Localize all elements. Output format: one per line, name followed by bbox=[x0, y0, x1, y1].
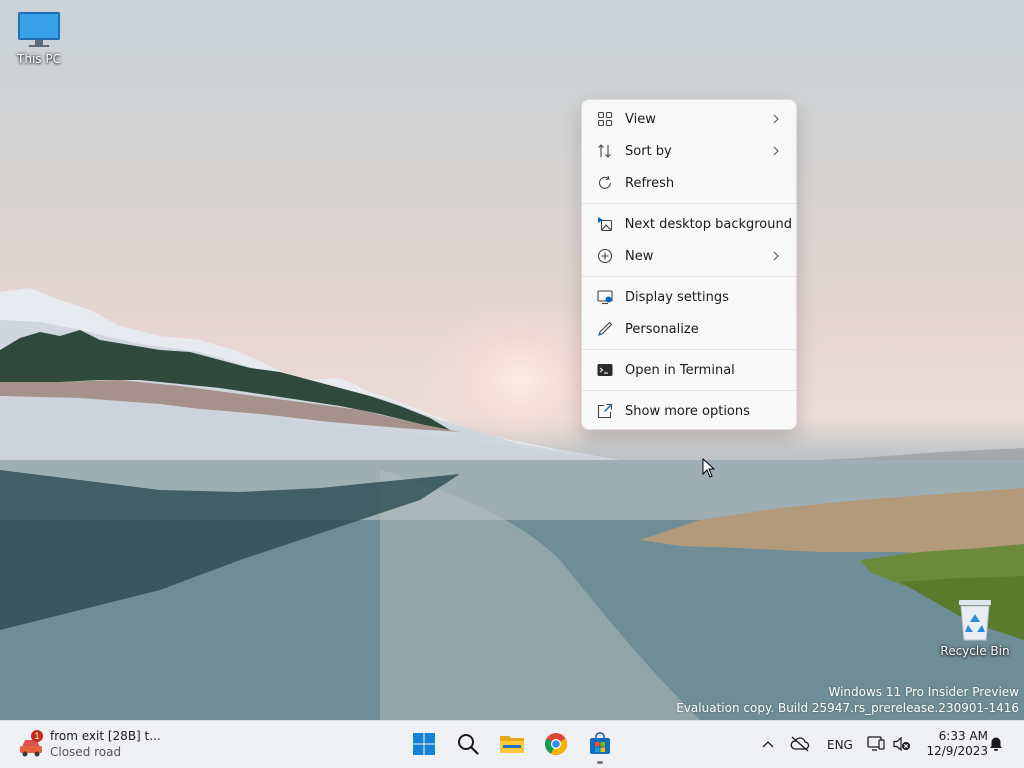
widget-badge: 1 bbox=[34, 731, 39, 741]
bell-icon bbox=[990, 737, 1002, 751]
menu-item-new[interactable]: New bbox=[586, 241, 792, 271]
chrome-button[interactable] bbox=[542, 730, 570, 758]
widget-title: from exit [28B] t... bbox=[50, 729, 161, 743]
menu-separator bbox=[582, 349, 796, 350]
menu-item-display-settings[interactable]: Display settings bbox=[586, 282, 792, 312]
language-indicator[interactable]: ENG bbox=[827, 738, 853, 752]
menu-item-label: Display settings bbox=[625, 289, 729, 305]
search-button[interactable] bbox=[454, 730, 482, 758]
desktop-icon-this-pc[interactable]: This PC bbox=[4, 10, 74, 66]
active-app-indicator bbox=[597, 761, 603, 764]
onedrive-tray-button[interactable] bbox=[788, 730, 812, 758]
store-button[interactable] bbox=[586, 730, 614, 758]
network-tray-button[interactable] bbox=[864, 730, 888, 758]
recycle-bin-icon bbox=[959, 600, 991, 641]
watermark-build: Evaluation copy. Build 25947.rs_prerelea… bbox=[676, 701, 1019, 715]
next-background-icon bbox=[595, 214, 615, 234]
notifications-button[interactable] bbox=[984, 730, 1008, 758]
sort-icon bbox=[595, 141, 615, 161]
menu-item-label: Sort by bbox=[625, 143, 672, 159]
desktop[interactable]: This PC Recycle Bin Windows 11 Pro Insid… bbox=[0, 0, 1024, 720]
windows-watermark: Windows 11 Pro Insider Preview Evaluatio… bbox=[676, 684, 1019, 716]
file-explorer-icon bbox=[500, 736, 524, 753]
display-settings-icon bbox=[595, 287, 615, 307]
clock-time: 6:33 AM bbox=[938, 729, 988, 743]
desktop-icon-recycle-bin[interactable]: Recycle Bin bbox=[940, 598, 1010, 658]
refresh-icon bbox=[595, 173, 615, 193]
clock[interactable]: 6:33 AM 12/9/2023 bbox=[916, 729, 988, 759]
volume-tray-button[interactable] bbox=[890, 730, 914, 758]
monitor-icon bbox=[18, 12, 60, 47]
menu-item-show-more-options[interactable]: Show more options bbox=[586, 396, 792, 426]
clock-date: 12/9/2023 bbox=[926, 744, 988, 758]
show-hidden-icons-button[interactable] bbox=[756, 730, 780, 758]
desktop-icon-label: Recycle Bin bbox=[940, 644, 1010, 658]
menu-item-label: Show more options bbox=[625, 403, 750, 419]
menu-item-label: Personalize bbox=[625, 321, 699, 337]
chevron-right-icon bbox=[768, 114, 784, 124]
traffic-car-icon: 1 bbox=[20, 730, 43, 757]
menu-item-next-desktop-background[interactable]: Next desktop background bbox=[586, 209, 792, 239]
start-icon bbox=[413, 733, 435, 755]
chrome-icon bbox=[545, 733, 567, 755]
volume-muted-icon bbox=[893, 736, 910, 752]
desktop-icon-label: This PC bbox=[17, 52, 61, 66]
menu-separator bbox=[582, 203, 796, 204]
menu-separator bbox=[582, 276, 796, 277]
store-icon bbox=[590, 732, 610, 754]
menu-item-open-in-terminal[interactable]: Open in Terminal bbox=[586, 355, 792, 385]
menu-item-sort-by[interactable]: Sort by bbox=[586, 136, 792, 166]
search-icon bbox=[458, 734, 479, 755]
taskbar: 1 from exit [28B] t... Closed road ENG 6… bbox=[0, 720, 1024, 768]
chevron-right-icon bbox=[768, 146, 784, 156]
menu-item-personalize[interactable]: Personalize bbox=[586, 314, 792, 344]
watermark-edition: Windows 11 Pro Insider Preview bbox=[828, 685, 1019, 699]
file-explorer-button[interactable] bbox=[498, 730, 526, 758]
widget-subtitle: Closed road bbox=[50, 745, 122, 759]
landscape-scene bbox=[0, 288, 1024, 720]
menu-item-label: View bbox=[625, 111, 656, 127]
chevron-up-icon bbox=[762, 741, 774, 748]
plus-circle-icon bbox=[595, 246, 615, 266]
external-icon bbox=[595, 401, 615, 421]
pen-icon bbox=[595, 319, 615, 339]
desktop-context-menu: View Sort by Refresh Next desktop backgr… bbox=[581, 99, 797, 430]
menu-separator bbox=[582, 390, 796, 391]
menu-item-label: Refresh bbox=[625, 175, 675, 191]
start-button[interactable] bbox=[410, 730, 438, 758]
chevron-right-icon bbox=[768, 251, 784, 261]
terminal-icon bbox=[595, 360, 615, 380]
grid-view-icon bbox=[595, 109, 615, 129]
menu-item-label: Next desktop background bbox=[624, 216, 792, 232]
traffic-widget[interactable]: 1 from exit [28B] t... Closed road bbox=[18, 727, 178, 763]
menu-item-label: New bbox=[625, 248, 654, 264]
mouse-cursor-icon bbox=[702, 458, 716, 478]
menu-item-view[interactable]: View bbox=[586, 104, 792, 134]
menu-item-label: Open in Terminal bbox=[625, 362, 735, 378]
network-icon bbox=[867, 736, 885, 751]
cloud-offline-icon bbox=[790, 736, 810, 752]
menu-item-refresh[interactable]: Refresh bbox=[586, 168, 792, 198]
